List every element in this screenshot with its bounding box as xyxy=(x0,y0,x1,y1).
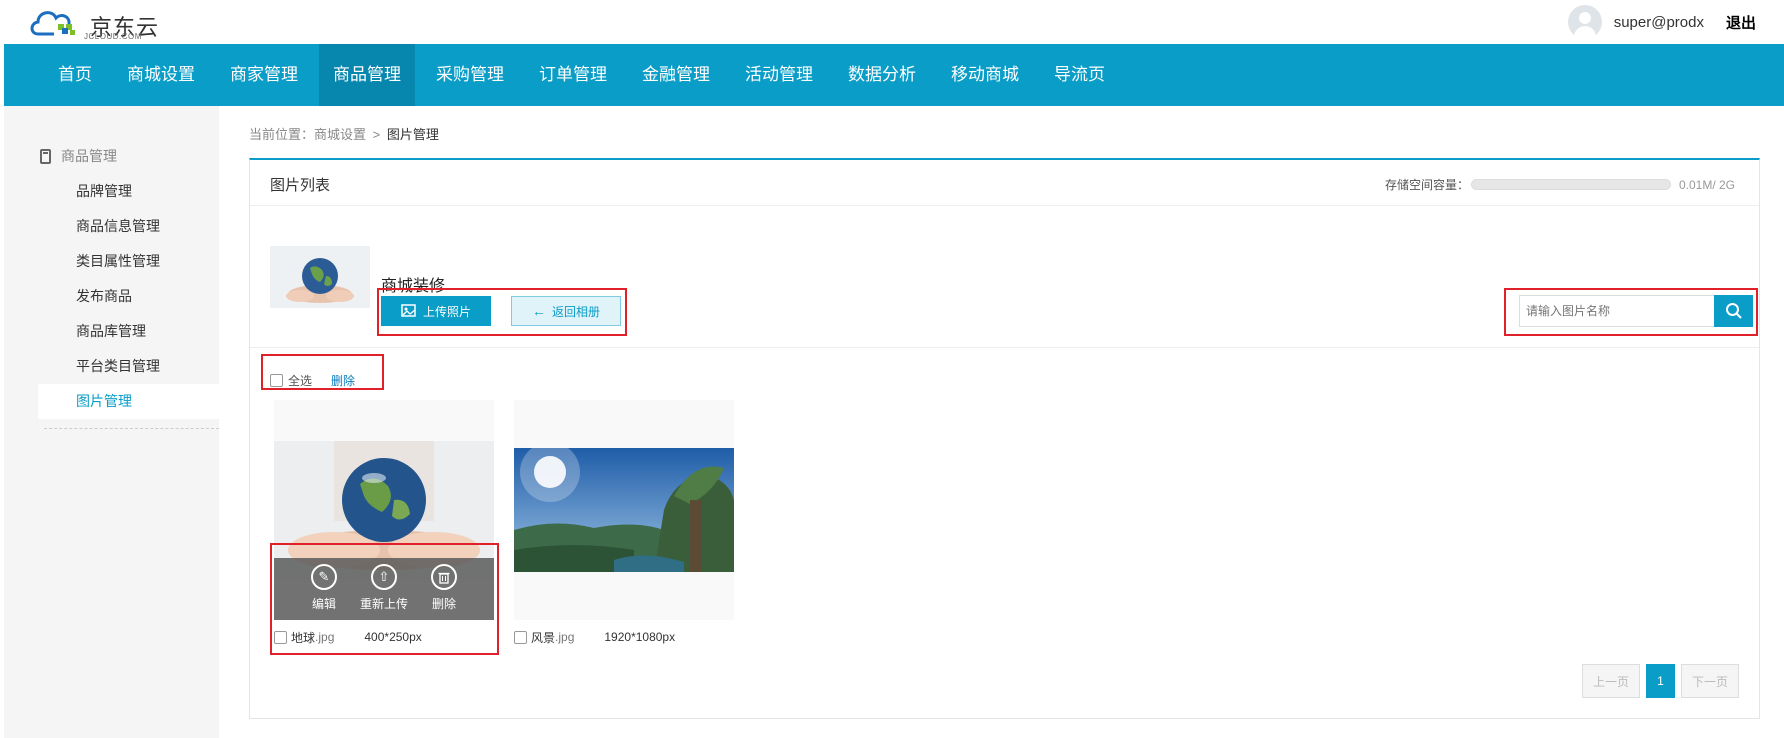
logo[interactable]: 京东云 JCLOUD.COM xyxy=(28,2,168,42)
image-name: 风景 xyxy=(531,630,556,645)
nav-traffic-page[interactable]: 导流页 xyxy=(1040,44,1119,106)
main-nav: 首页 商城设置 商家管理 商品管理 采购管理 订单管理 金融管理 活动管理 数据… xyxy=(4,44,1784,106)
storage-value: 0.01M/ 2G xyxy=(1678,177,1735,192)
nav-mall-settings[interactable]: 商城设置 xyxy=(113,44,209,106)
top-bar: 京东云 JCLOUD.COM super@prodx 退出 xyxy=(0,0,1784,44)
highlight-box-buttons xyxy=(377,288,627,336)
nav-merchant[interactable]: 商家管理 xyxy=(216,44,312,106)
image-dimensions: 1920*1080px xyxy=(604,630,676,644)
album-cover xyxy=(270,246,370,308)
sidebar-title: 商品管理 xyxy=(40,146,117,166)
next-page-button[interactable]: 下一页 xyxy=(1681,664,1739,698)
breadcrumb-current: 图片管理 xyxy=(386,127,439,142)
nav-home[interactable]: 首页 xyxy=(44,44,106,106)
breadcrumb-separator: > xyxy=(372,127,381,142)
landscape-image xyxy=(514,400,734,620)
nav-mobile-mall[interactable]: 移动商城 xyxy=(937,44,1033,106)
image-meta: 风景 .jpg 1920*1080px xyxy=(514,629,734,645)
breadcrumb: 当前位置：商城设置 > 图片管理 xyxy=(249,124,439,143)
highlight-box-toolbar xyxy=(261,354,384,390)
breadcrumb-parent[interactable]: 商城设置 xyxy=(314,127,366,142)
nav-analytics[interactable]: 数据分析 xyxy=(834,44,930,106)
sidebar-divider xyxy=(44,428,219,429)
nav-orders[interactable]: 订单管理 xyxy=(525,44,621,106)
panel-title: 图片列表 xyxy=(270,177,331,194)
phone-icon xyxy=(40,148,51,164)
image-checkbox[interactable] xyxy=(514,630,527,644)
sidebar: 商品管理 品牌管理 商品信息管理 类目属性管理 发布商品 商品库管理 平台类目管… xyxy=(4,106,219,738)
sidebar-item-brand[interactable]: 品牌管理 xyxy=(38,174,219,209)
storage-bar xyxy=(1470,179,1671,190)
avatar[interactable] xyxy=(1567,5,1602,39)
sidebar-item-publish[interactable]: 发布商品 xyxy=(38,279,219,314)
storage-label: 存储空间容量： xyxy=(1384,178,1469,192)
image-card[interactable]: 风景 .jpg 1920*1080px xyxy=(514,400,734,645)
nav-purchase[interactable]: 采购管理 xyxy=(422,44,518,106)
highlight-box-card-actions xyxy=(270,543,499,655)
prev-page-button[interactable]: 上一页 xyxy=(1582,664,1640,698)
sidebar-item-category-attr[interactable]: 类目属性管理 xyxy=(38,244,219,279)
nav-products[interactable]: 商品管理 xyxy=(319,44,415,106)
username[interactable]: super@prodx xyxy=(1614,14,1704,31)
image-list-panel: 图片列表 存储空间容量： 0.01M/ 2G 商城装修 2张 上传照片 ← 返 xyxy=(249,158,1760,719)
sidebar-item-images[interactable]: 图片管理 xyxy=(38,384,219,419)
user-area: super@prodx 退出 xyxy=(1567,4,1756,40)
cloud-logo-icon xyxy=(30,11,75,36)
logout-link[interactable]: 退出 xyxy=(1726,12,1756,33)
pagination: 上一页 1 下一页 xyxy=(1582,664,1739,698)
sidebar-item-product-info[interactable]: 商品信息管理 xyxy=(38,209,219,244)
breadcrumb-prefix: 当前位置： xyxy=(249,127,315,142)
sidebar-item-product-library[interactable]: 商品库管理 xyxy=(38,314,219,349)
panel-header: 图片列表 存储空间容量： 0.01M/ 2G xyxy=(250,160,1759,206)
brand-sub: JCLOUD.COM xyxy=(84,32,142,41)
sidebar-item-platform-category[interactable]: 平台类目管理 xyxy=(38,349,219,384)
nav-finance[interactable]: 金融管理 xyxy=(628,44,724,106)
sidebar-list: 品牌管理 商品信息管理 类目属性管理 发布商品 商品库管理 平台类目管理 图片管… xyxy=(38,174,219,419)
image-preview[interactable] xyxy=(514,400,734,620)
image-ext: .jpg xyxy=(555,630,575,644)
highlight-box-search xyxy=(1504,288,1758,336)
nav-activities[interactable]: 活动管理 xyxy=(731,44,827,106)
page-number-button[interactable]: 1 xyxy=(1646,664,1675,698)
sidebar-title-label: 商品管理 xyxy=(61,148,117,164)
storage-indicator: 存储空间容量： 0.01M/ 2G xyxy=(1385,176,1735,193)
